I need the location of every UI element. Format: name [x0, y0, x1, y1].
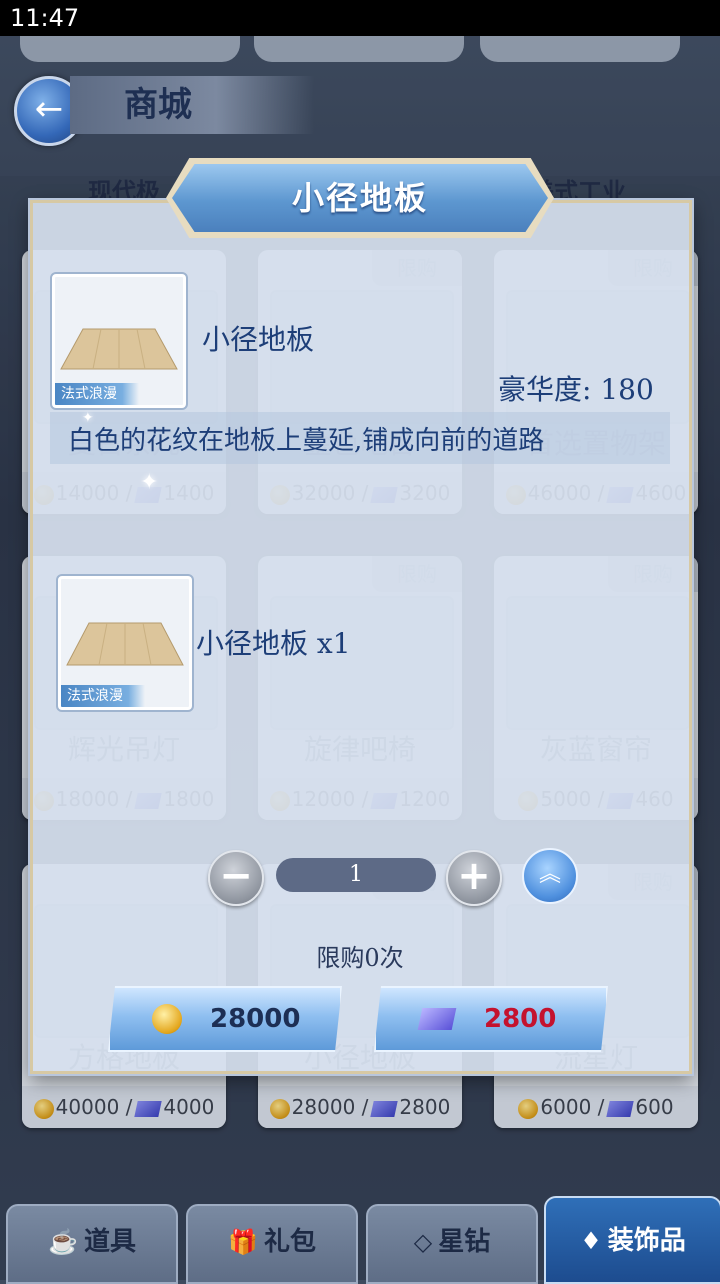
bottom-nav: ☕ 道具 🎁 礼包 ◇ 星钻 ♦ 装饰品: [0, 1196, 720, 1284]
nav-tab-gift-packs[interactable]: 🎁 礼包: [186, 1204, 358, 1284]
buy-with-coins-button[interactable]: 28000: [108, 986, 342, 1052]
reward-thumbnail: 法式浪漫: [58, 576, 192, 710]
nav-tab-label: 道具: [83, 1227, 136, 1257]
cup-icon: ☕: [48, 1227, 78, 1256]
item-thumbnail: 法式浪漫: [52, 274, 186, 408]
minus-icon: −: [219, 853, 253, 899]
nav-tab-label: 星钻: [438, 1227, 491, 1257]
diamond-icon: ♦: [580, 1226, 602, 1255]
plus-icon: +: [457, 853, 491, 899]
diamond-icon: ◇: [413, 1227, 433, 1256]
status-time: 11:47: [10, 4, 80, 32]
purchase-limit-text: 限购0次: [316, 944, 404, 972]
gift-icon: 🎁: [228, 1227, 258, 1256]
sparkle-icon: ✦: [140, 470, 159, 495]
double-chevron-up-icon: ︽: [538, 862, 561, 887]
style-tag: 法式浪漫: [61, 685, 145, 707]
nav-tab-label: 礼包: [263, 1227, 316, 1257]
luxury-rating: 豪华度: 180: [498, 368, 654, 408]
gem-icon: [417, 1008, 457, 1030]
style-tag: 法式浪漫: [55, 383, 139, 405]
status-bar: 11:47: [0, 0, 720, 36]
increase-quantity-button[interactable]: +: [446, 850, 502, 906]
nav-tab-items[interactable]: ☕ 道具: [6, 1204, 178, 1284]
top-bar: ← 商城: [0, 26, 720, 176]
luxury-label: 豪华度:: [498, 373, 592, 406]
back-arrow-icon: ←: [34, 89, 64, 129]
coin-price: 28000: [210, 1004, 301, 1034]
nav-tab-decorations[interactable]: ♦ 装饰品: [544, 1196, 720, 1284]
quantity-field[interactable]: 1: [276, 858, 436, 892]
sparkle-icon: ✦: [82, 410, 94, 426]
item-name: 小径地板: [202, 323, 315, 356]
luxury-value: 180: [600, 373, 654, 406]
item-description: 白色的花纹在地板上蔓延,铺成向前的道路: [68, 426, 545, 456]
nav-tab-label: 装饰品: [607, 1226, 686, 1256]
page-title: 商城: [70, 76, 314, 134]
gem-price: 2800: [484, 1004, 557, 1034]
modal-title: 小径地板: [291, 179, 428, 217]
max-quantity-button[interactable]: ︽: [522, 848, 578, 904]
coin-icon: [152, 1004, 182, 1034]
decrease-quantity-button[interactable]: −: [208, 850, 264, 906]
reward-text: 小径地板 x1: [196, 627, 351, 660]
nav-tab-star-diamonds[interactable]: ◇ 星钻: [366, 1204, 538, 1284]
buy-with-gems-button[interactable]: 2800: [374, 986, 608, 1052]
